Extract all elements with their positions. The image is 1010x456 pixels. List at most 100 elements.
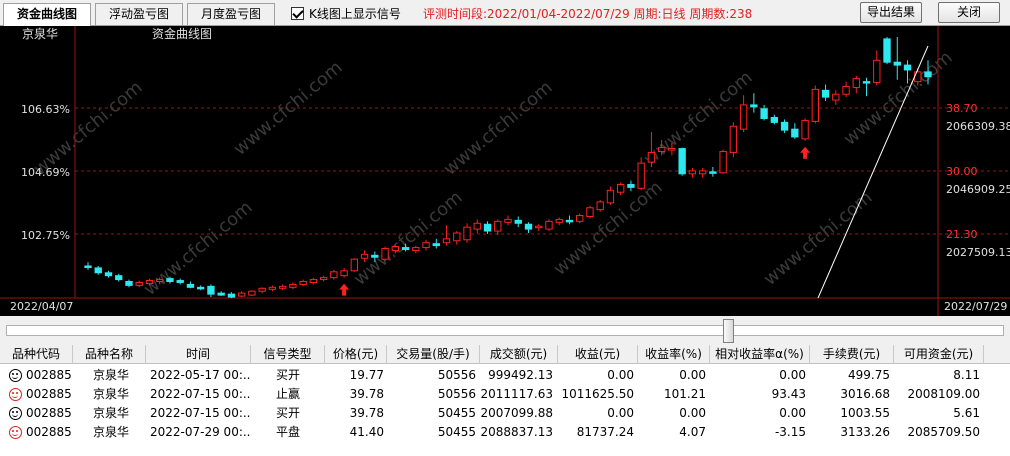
scroll-track[interactable] [6,325,1004,336]
cell-name: 京泉华 [93,368,130,382]
column-header-volume[interactable]: 交易量(股/手) [387,345,480,364]
column-header-signal[interactable]: 信号类型 [251,345,325,364]
close-button[interactable]: 关闭 [938,2,1000,23]
cell-signal: 买开 [275,406,300,420]
candle-body [586,207,594,217]
candle [94,265,102,275]
candle [207,284,215,298]
cell-volume: 50455 [437,406,476,420]
cell-fee: 3133.26 [840,425,890,439]
candle [381,246,389,262]
candle-body [555,218,563,223]
column-header-fee[interactable]: 手续费(元) [810,345,894,364]
scroll-thumb[interactable] [723,319,734,343]
candle [268,285,277,292]
candle [237,291,246,298]
candle [504,215,512,226]
candle-body [463,226,471,241]
candle-body [299,281,307,285]
watermark-layer: www.cfchi.com www.cfchi.com www.cfchi.com w… [30,47,957,300]
candle [811,85,819,124]
signal-layer [339,146,811,296]
smiley-icon [9,369,22,382]
tab-capital-curve[interactable]: 资金曲线图 [3,3,91,26]
candle [801,118,809,141]
table-row[interactable]: 002885 京泉华 2022-07-15 00:... 止赢 39.78 50556 20… [0,385,1010,404]
candle-body [852,78,860,88]
table-row[interactable]: 002885 京泉华 2022-07-15 00:... 买开 39.78 50455 20… [0,404,1010,423]
export-button[interactable]: 导出结果 [860,2,922,23]
table-row[interactable]: 002885 京泉华 2022-05-17 00:... 买开 19.77 50556 99… [0,366,1010,385]
candle [330,269,338,280]
toolbar: 资金曲线图 浮动盈亏图 月度盈亏图 K线图上显示信号 评测时间段:2022/01… [0,0,1010,26]
column-header-time[interactable]: 时间 [146,345,251,364]
tab-monthly-pnl[interactable]: 月度盈亏图 [187,3,275,25]
column-header-name[interactable]: 品种名称 [73,345,146,364]
cell-alpha: 93.43 [771,387,806,401]
right-capital-label: 2027509.13 [946,246,1010,259]
candle [770,114,779,125]
candle [791,123,799,139]
tab-floating-pnl[interactable]: 浮动盈亏图 [95,3,183,25]
candle-body [453,232,461,242]
candle-body [381,248,389,260]
cell-fee: 499.75 [848,368,890,382]
cell-alpha: 0.00 [779,368,806,382]
candle-body [903,64,912,71]
candle-body [729,125,738,153]
candle [688,167,697,178]
candle [176,278,184,285]
cell-rate: 4.07 [679,425,706,439]
candle-body [340,270,348,277]
candle-body [504,218,512,223]
candle [637,157,645,191]
candle-body [432,243,440,247]
column-header-turnover[interactable]: 成交额(元) [480,345,558,364]
candle [125,279,133,288]
candle-body [668,148,676,151]
column-header-profit[interactable]: 收益(元) [558,345,638,364]
candle-body [319,277,328,281]
candle [709,167,717,177]
watermark-text: www.cfchi.com [30,77,147,180]
show-signal-checkbox[interactable] [291,6,304,20]
time-scroll-bar[interactable] [0,316,1010,345]
candle-body [627,183,635,188]
watermark-text: www.cfchi.com [440,77,557,180]
table-row[interactable]: 002885 京泉华 2022-07-29 00:... 平盘 41.40 50455 20… [0,423,1010,442]
cell-cash: 2085709.50 [907,425,980,439]
cell-cash: 8.11 [953,368,980,382]
column-header-cash[interactable]: 可用资金(元) [894,345,984,364]
candle-body [135,281,143,286]
column-header-code[interactable]: 品种代码 [0,345,73,364]
candle-body [104,272,113,277]
smiley-icon [9,407,22,420]
candle [84,262,92,270]
candle-body [309,279,318,283]
candle-body [678,148,686,175]
candle [873,50,881,86]
cell-turnover: 2088837.13 [480,425,553,439]
candle [862,77,871,97]
cell-turnover: 2007099.88 [480,406,553,420]
show-signal-option[interactable]: K线图上显示信号 [291,5,401,21]
candle-body [217,292,225,296]
candle-body [350,258,359,272]
cell-time: 2022-07-15 00:... [150,387,251,401]
cell-time: 2022-05-17 00:... [150,368,251,382]
right-price-label: 30.00 [946,165,978,178]
candle-body [780,121,789,131]
candle [514,216,522,228]
column-header-alpha[interactable]: 相对收益率α(%) [710,345,810,364]
cell-turnover: 2011117.63 [480,387,553,401]
column-header-price[interactable]: 价格(元) [325,345,387,364]
candle [227,292,236,298]
right-capital-label: 2046909.25 [946,183,1010,196]
candle-body [401,247,410,250]
candle-body [750,104,758,108]
cell-cash: 2008109.00 [907,387,980,401]
candle-body [237,292,246,297]
candle [535,224,543,232]
cell-code: 002885 [26,425,72,439]
column-header-rate[interactable]: 收益率(%) [638,345,710,364]
